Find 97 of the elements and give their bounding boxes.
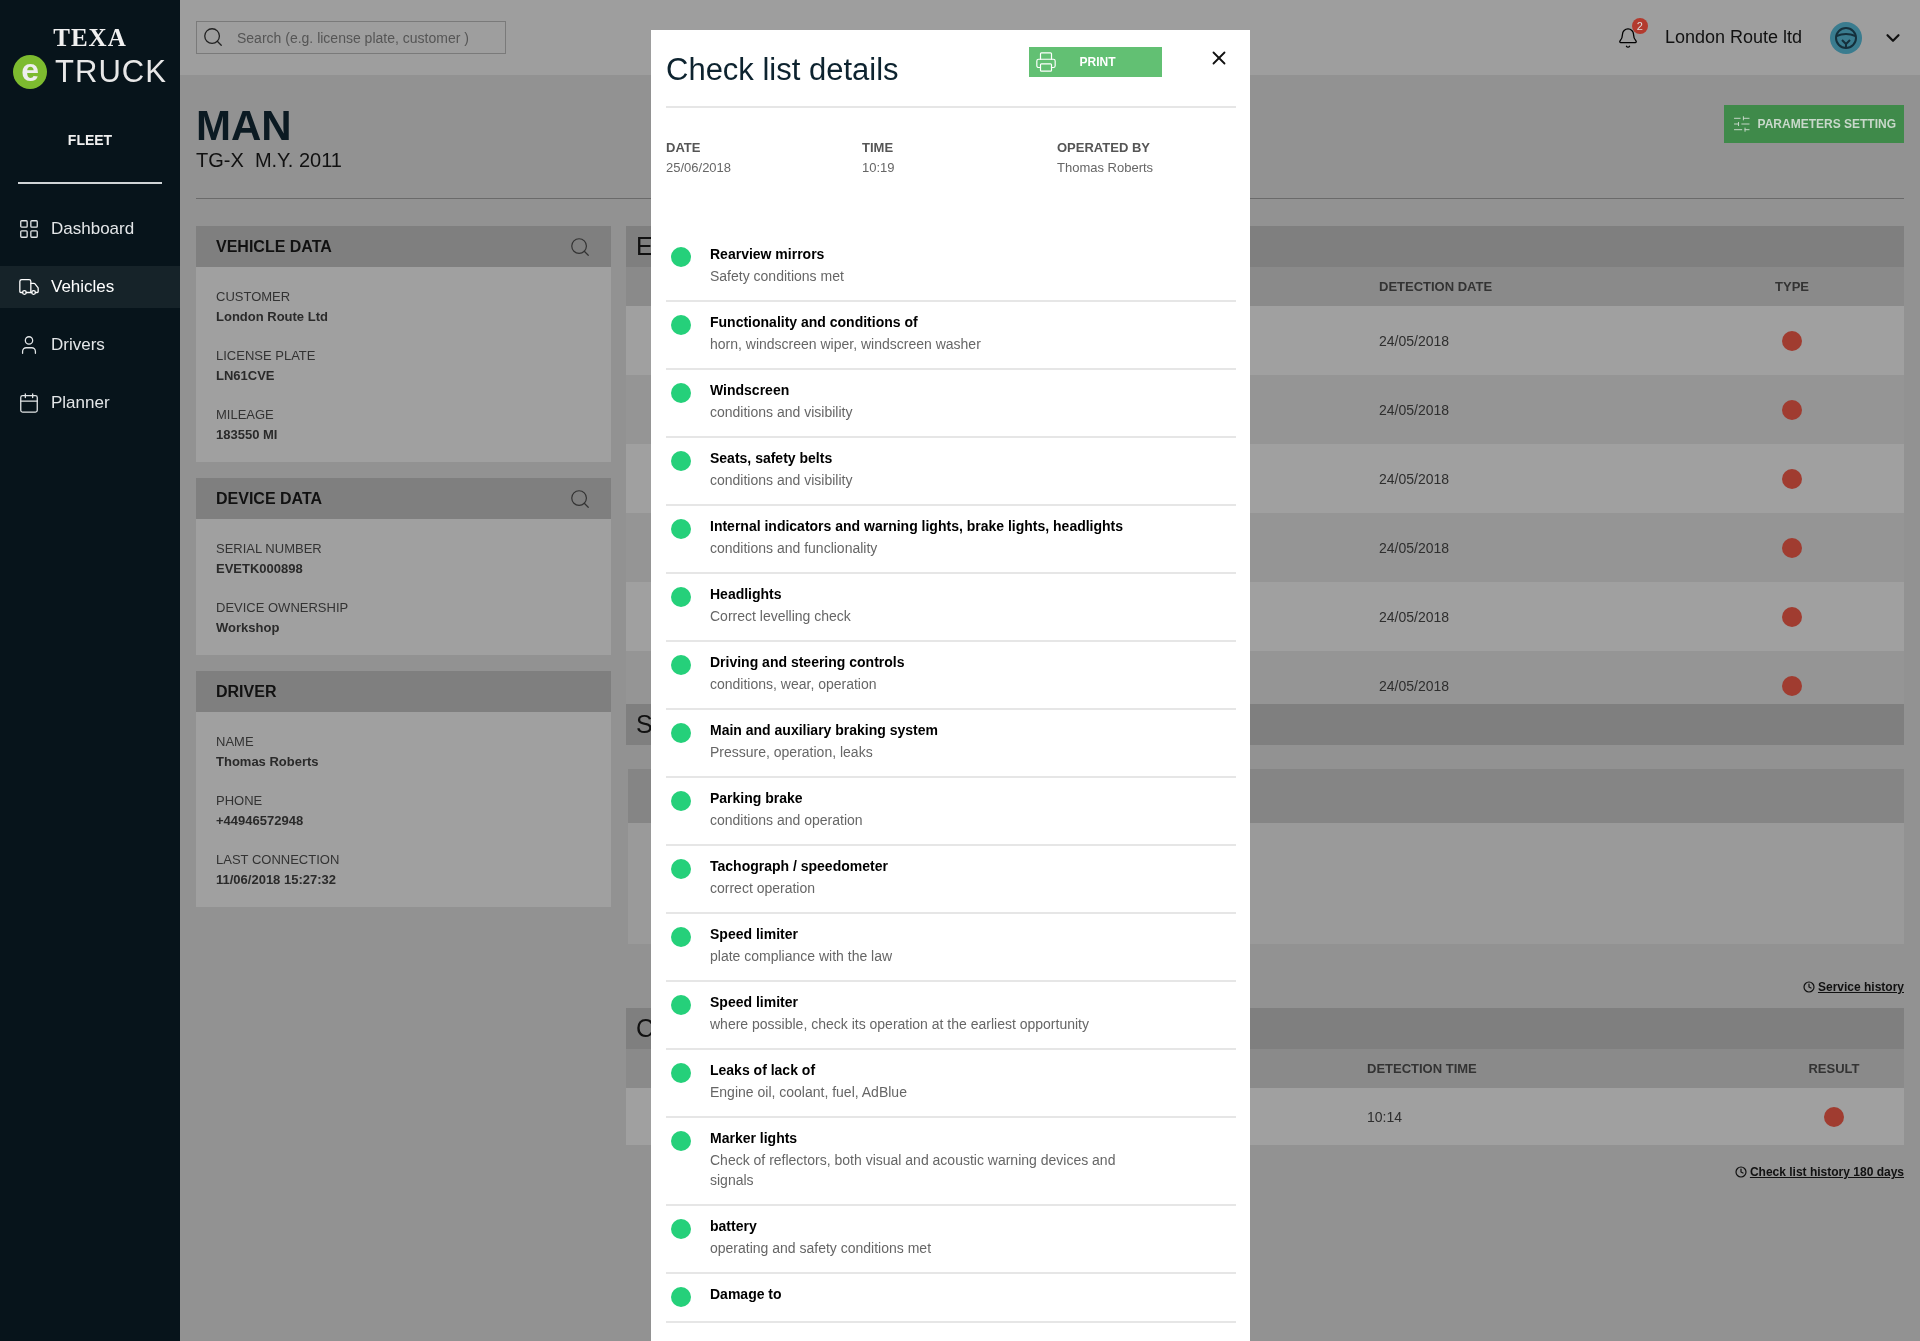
table-cell-text: 24/05/2018: [1379, 539, 1451, 556]
check-title: battery: [710, 1218, 758, 1235]
check-title: Tachograph / speedometer: [710, 858, 888, 875]
check-detail: conditions, wear, operation: [710, 675, 878, 694]
field-value: 11/06/2018 15:27:32: [216, 872, 337, 887]
steering-wheel-icon[interactable]: [1830, 21, 1862, 54]
check-detail: plate compliance with the law: [710, 947, 893, 966]
table-cell-text: 24/05/2018: [1379, 677, 1451, 694]
calendar-icon: [18, 392, 40, 414]
check-detail: correct operation: [710, 879, 817, 898]
field-label: LICENSE PLATE: [216, 348, 317, 363]
check-detail: Check of reflectors, both visual and acoustic warning devices and signals: [710, 1151, 1117, 1190]
table-cell-text: 10:14: [1367, 1108, 1404, 1125]
check-title: Speed limiter: [710, 926, 799, 943]
field-value: EVETK000898: [216, 561, 304, 576]
field-label: SERIAL NUMBER: [216, 541, 323, 556]
notification-badge: 2: [1631, 17, 1648, 34]
panel-title: DEVICE DATA: [216, 489, 323, 508]
check-detail: operating and safety conditions met: [710, 1239, 932, 1258]
meta-value: Thomas Roberts: [1057, 160, 1155, 175]
check-detail: where possible, check its operation at the earliest opportunity: [710, 1015, 1089, 1034]
check-title: Leaks of lack of: [710, 1062, 817, 1079]
check-title: Main and auxiliary braking system: [710, 722, 938, 739]
section-label: FLEET: [67, 132, 113, 148]
nav-item[interactable]: Dashboard: [0, 208, 180, 250]
check-title: Functionality and conditions of: [710, 314, 919, 331]
printer-icon: [1035, 51, 1057, 73]
check-detail: Pressure, operation, leaks: [710, 743, 874, 762]
grid-icon: [18, 218, 40, 240]
field-value: Thomas Roberts: [216, 754, 320, 769]
table-cell-text: 24/05/2018: [1379, 470, 1451, 487]
logo-wordmark: TRUCK: [55, 54, 167, 90]
check-title: Speed limiter: [710, 994, 799, 1011]
nav-item[interactable]: Drivers: [0, 324, 180, 366]
check-title: Parking brake: [710, 790, 804, 807]
field-label: DEVICE OWNERSHIP: [216, 600, 350, 615]
clock-icon: [1734, 1166, 1747, 1178]
search-field[interactable]: Search (e.g. license plate, customer ): [196, 21, 506, 54]
check-title: Damage to: [710, 1286, 782, 1303]
field-label: MILEAGE: [216, 407, 275, 422]
meta-value: 10:19: [862, 160, 896, 175]
check-detail: conditions and funclionality: [710, 539, 879, 558]
service-history-link[interactable]: Service history: [1802, 980, 1904, 994]
vehicle-make: MAN: [196, 105, 293, 147]
meta-label: OPERATED BY: [1057, 140, 1151, 155]
account-name[interactable]: London Route ltd: [1664, 27, 1802, 48]
column-header: DETECTION DATE: [1379, 279, 1493, 294]
bell-icon[interactable]: [1616, 26, 1639, 49]
parameters-button[interactable]: PARAMETERS SETTING: [1724, 105, 1904, 143]
field-value: +44946572948: [216, 813, 305, 828]
clock-icon: [1802, 981, 1815, 993]
nav-item[interactable]: Vehicles: [0, 266, 180, 308]
check-detail: Safety conditions met: [710, 267, 844, 286]
meta-value: 25/06/2018: [666, 160, 733, 175]
column-header: DETECTION TIME: [1367, 1061, 1477, 1076]
check-title: Windscreen: [710, 382, 791, 399]
field-label: CUSTOMER: [216, 289, 292, 304]
field-label: PHONE: [216, 793, 264, 808]
field-value: London Route Ltd: [216, 309, 329, 324]
table-cell-text: 24/05/2018: [1379, 401, 1451, 418]
search-icon: [202, 26, 224, 48]
check-title: Rearview mirrors: [710, 246, 826, 263]
check-detail: conditions and visibility: [710, 403, 853, 422]
vehicle-model: TG-X M.Y. 2011: [196, 149, 342, 172]
table-cell-text: 24/05/2018: [1379, 332, 1451, 349]
check-title: Headlights: [710, 586, 783, 603]
search-icon[interactable]: [569, 487, 591, 510]
column-header: TYPE: [1775, 279, 1809, 294]
panel-title: VEHICLE DATA: [216, 237, 332, 256]
check-detail: Correct levelling check: [710, 607, 851, 626]
field-label: LAST CONNECTION: [216, 852, 341, 867]
truck-icon: [18, 276, 40, 298]
logo-badge: e: [13, 55, 48, 89]
meta-label: TIME: [862, 140, 895, 155]
check-detail: conditions and operation: [710, 811, 863, 830]
panel-title: DRIVER: [216, 682, 277, 701]
field-value: LN61CVE: [216, 368, 276, 383]
sliders-icon: [1732, 113, 1752, 135]
logo-wordmark: TEXA: [53, 24, 127, 52]
field-label: NAME: [216, 734, 255, 749]
check-title: Internal indicators and warning lights, brake lights, headlights: [710, 518, 1124, 535]
checklist-history-link[interactable]: Check list history 180 days: [1734, 1165, 1904, 1179]
check-title: Seats, safety belts: [710, 450, 834, 467]
check-detail: conditions and visibility: [710, 471, 853, 490]
table-cell-text: 24/05/2018: [1379, 608, 1451, 625]
search-icon[interactable]: [569, 235, 591, 258]
panel-title: E: [636, 232, 653, 261]
check-detail: horn, windscreen wiper, windscreen washer: [710, 335, 981, 354]
meta-label: DATE: [666, 140, 702, 155]
nav-item[interactable]: Planner: [0, 382, 180, 424]
field-value: 183550 MI: [216, 427, 279, 442]
dialog-title: Check list details: [666, 51, 900, 88]
check-title: Driving and steering controls: [710, 654, 905, 671]
field-value: Workshop: [216, 620, 281, 635]
column-header: RESULT: [1808, 1061, 1860, 1076]
panel-title: S: [636, 710, 653, 739]
check-title: Marker lights: [710, 1130, 799, 1147]
